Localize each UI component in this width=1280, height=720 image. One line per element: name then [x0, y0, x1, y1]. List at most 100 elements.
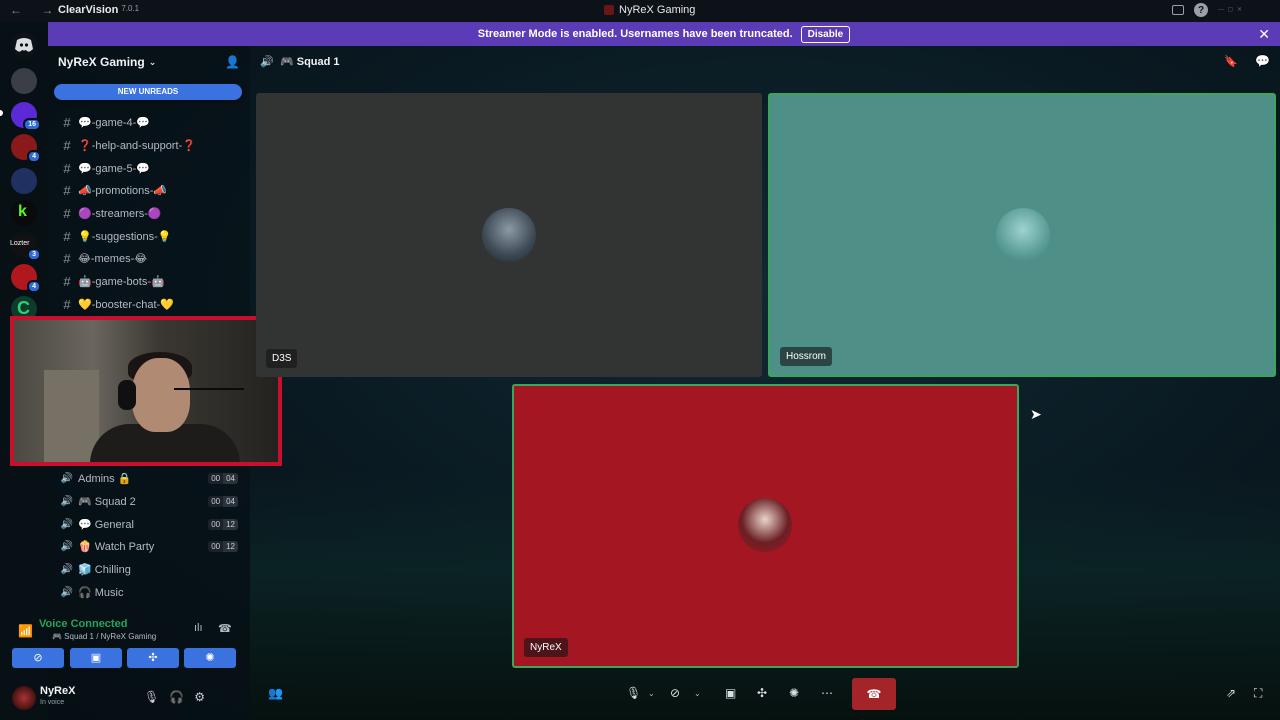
- server-icon-7[interactable]: 4: [11, 264, 41, 293]
- voice-channel-label: 🍿 Watch Party: [78, 540, 155, 553]
- channel-label: 🟣-streamers-🟣: [78, 207, 162, 220]
- voice-location[interactable]: 🎮 Squad 1 / NyReX Gaming: [52, 632, 156, 641]
- participant-tile-d3s[interactable]: D3S: [256, 93, 762, 377]
- channel-label: 💛-booster-chat-💛: [78, 298, 174, 311]
- streamer-mode-banner: Streamer Mode is enabled. Usernames have…: [48, 22, 1280, 46]
- more-options-icon[interactable]: ⋯: [821, 686, 833, 700]
- participant-tile-nyrex[interactable]: NyReX: [512, 384, 1019, 668]
- new-unreads-pill[interactable]: NEW UNREADS: [54, 84, 242, 100]
- server-icon-2[interactable]: 16: [11, 102, 41, 131]
- speaker-icon: 🔊: [60, 472, 74, 484]
- soundboard-icon[interactable]: ✺: [789, 686, 799, 700]
- server-icon-3[interactable]: 4: [11, 134, 41, 163]
- channel-memes[interactable]: # 😂-memes-😂: [56, 248, 246, 268]
- channel-help-and-support[interactable]: # ❓-help-and-support-❓: [56, 135, 246, 155]
- speaker-icon: 🔊: [260, 56, 274, 68]
- server-header[interactable]: NyReX Gaming ⌄ 👤: [48, 46, 250, 78]
- chevron-down-icon[interactable]: ⌄: [694, 689, 701, 698]
- chevron-down-icon[interactable]: ⌄: [648, 689, 655, 698]
- channel-booster-chat[interactable]: # 💛-booster-chat-💛: [56, 294, 246, 314]
- close-banner-icon[interactable]: ✕: [1258, 26, 1270, 43]
- share-screen-button[interactable]: ▣: [70, 648, 122, 668]
- server-icon-6[interactable]: Lozter 3: [10, 232, 41, 261]
- screen-share-icon[interactable]: [1172, 5, 1184, 15]
- soundboard-button[interactable]: ✺: [184, 648, 236, 668]
- microphone-icon[interactable]: 🎙: [144, 690, 159, 704]
- voice-channel-squad-2[interactable]: 🔊 🎮 Squad 2 00 04: [56, 491, 238, 511]
- chevron-down-icon: ⌄: [148, 56, 157, 67]
- noise-suppression-icon[interactable]: ılı: [194, 622, 203, 634]
- avatar: [482, 208, 536, 262]
- channel-label: 📣-promotions-📣: [78, 184, 168, 197]
- voice-channel-label: 💬 General: [78, 518, 134, 531]
- streamer-webcam-overlay: [10, 316, 282, 466]
- disable-streamer-mode-button[interactable]: Disable: [800, 25, 851, 43]
- hash-icon: #: [63, 250, 71, 266]
- signal-icon[interactable]: 📶: [18, 624, 33, 638]
- mention-badge: 16: [23, 118, 41, 131]
- voice-connected-status[interactable]: Voice Connected: [39, 618, 127, 630]
- avatar: [738, 498, 792, 552]
- headphones-icon[interactable]: 🎧: [169, 690, 184, 704]
- voice-channel-label: 🎮 Squad 2: [78, 495, 136, 508]
- speaker-icon: 🔊: [60, 540, 74, 552]
- channel-game-bots[interactable]: # 🤖-game-bots-🤖: [56, 271, 246, 291]
- chat-icon[interactable]: 💬: [1255, 54, 1270, 68]
- camera-off-button[interactable]: ⊘: [12, 648, 64, 668]
- invite-people-icon[interactable]: 👤: [225, 55, 240, 69]
- server-icon-1[interactable]: [11, 68, 37, 94]
- window-controls[interactable]: — ▢ ✕: [1218, 7, 1266, 14]
- bookmark-icon[interactable]: 🔖: [1224, 55, 1238, 68]
- title-bar: ← → ClearVision 7.0.1 NyReX Gaming ? — ▢ …: [0, 0, 1280, 22]
- voice-channel-music[interactable]: 🔊 🎧 Music: [56, 582, 238, 602]
- server-icon-4[interactable]: [11, 168, 37, 194]
- channel-game-4[interactable]: # 💬-game-4-💬: [56, 112, 246, 132]
- speaker-icon: 🔊: [60, 563, 74, 575]
- channel-label: 💬-game-5-💬: [78, 162, 151, 175]
- discord-home-icon[interactable]: [11, 32, 37, 58]
- help-icon[interactable]: ?: [1194, 3, 1208, 17]
- channel-promotions[interactable]: # 📣-promotions-📣: [56, 180, 246, 200]
- avatar[interactable]: [12, 686, 36, 710]
- user-controls: 🎙 🎧 ⚙: [144, 690, 205, 704]
- app-brand: ClearVision 7.0.1: [58, 4, 139, 16]
- participant-name: NyReX: [524, 638, 568, 657]
- fullscreen-icon[interactable]: ⛶: [1254, 686, 1262, 701]
- app-version: 7.0.1: [121, 4, 140, 13]
- disconnect-icon[interactable]: ☎: [218, 622, 232, 635]
- channel-game-5[interactable]: # 💬-game-5-💬: [56, 158, 246, 178]
- camera-off-icon[interactable]: ⊘: [670, 686, 680, 700]
- banner-message: Streamer Mode is enabled. Usernames have…: [477, 28, 793, 40]
- hash-icon: #: [63, 137, 71, 153]
- participant-tile-hossrom[interactable]: Hossrom: [768, 93, 1276, 377]
- voice-room-title: 🎮 Squad 1: [280, 56, 340, 68]
- disconnect-call-button[interactable]: ☎: [852, 678, 896, 710]
- window-title-text: NyReX Gaming: [619, 4, 696, 16]
- history-nav-arrows[interactable]: ← →: [10, 3, 61, 17]
- user-status: In voice: [40, 699, 65, 706]
- pop-out-icon[interactable]: ⇗: [1226, 686, 1236, 700]
- hash-icon: #: [63, 273, 71, 289]
- hash-icon: #: [63, 160, 71, 176]
- kick-server-icon[interactable]: k: [11, 200, 37, 226]
- channel-streamers[interactable]: # 🟣-streamers-🟣: [56, 203, 246, 223]
- add-people-icon[interactable]: 👥: [268, 686, 283, 700]
- hash-icon: #: [63, 114, 71, 130]
- channel-label: 💡-suggestions-💡: [78, 230, 172, 243]
- microphone-icon[interactable]: 🎙: [626, 686, 641, 700]
- mouse-cursor: ➤: [1030, 406, 1042, 422]
- voice-channel-label: Admins 🔒: [78, 472, 132, 485]
- gear-icon[interactable]: ⚙: [194, 690, 205, 704]
- activities-icon[interactable]: ✣: [757, 686, 767, 700]
- activities-button[interactable]: ✣: [127, 648, 179, 668]
- voice-channel-chilling[interactable]: 🔊 🧊 Chilling: [56, 559, 238, 579]
- username[interactable]: NyReX: [40, 685, 75, 697]
- voice-channel-admins[interactable]: 🔊 Admins 🔒 00 04: [56, 468, 238, 488]
- speaker-icon: 🔊: [60, 495, 74, 507]
- voice-channel-watch-party[interactable]: 🔊 🍿 Watch Party 00 12: [56, 536, 238, 556]
- call-control-bar: 👥 🎙 ⌄ ⊘ ⌄ ▣ ✣ ✺ ⋯ ☎ ⇗ ⛶: [250, 676, 1280, 720]
- channel-suggestions[interactable]: # 💡-suggestions-💡: [56, 226, 246, 246]
- share-screen-icon[interactable]: ▣: [725, 686, 736, 700]
- voice-channel-general[interactable]: 🔊 💬 General 00 12: [56, 514, 238, 534]
- voice-channel-label: 🧊 Chilling: [78, 563, 131, 576]
